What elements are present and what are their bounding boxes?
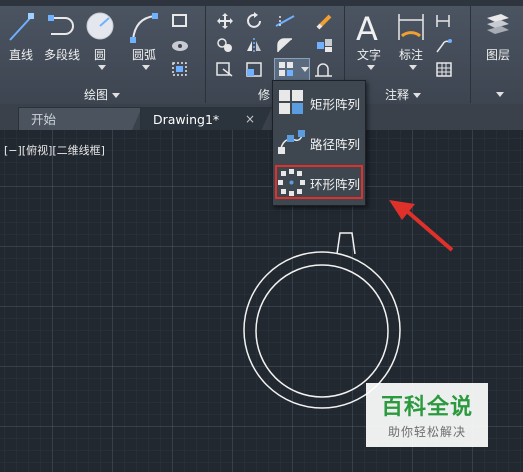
circle-tool-text: 圆 bbox=[93, 48, 106, 62]
arc-dropdown-arrow-icon[interactable] bbox=[142, 65, 150, 70]
trim-icon[interactable] bbox=[274, 12, 296, 30]
document-tab-bar: 开始 Drawing1* × bbox=[0, 104, 523, 130]
boundary-icon[interactable] bbox=[170, 60, 192, 78]
arc-icon bbox=[130, 13, 158, 43]
scale-icon[interactable] bbox=[244, 60, 266, 78]
draw-panel-title[interactable]: 绘图 bbox=[84, 86, 121, 103]
rectangular-array-option[interactable]: 矩形阵列 bbox=[273, 83, 365, 121]
stretch-icon[interactable] bbox=[214, 60, 236, 78]
annotation-panel-title[interactable]: 注释 bbox=[385, 86, 422, 103]
leader-icon[interactable] bbox=[434, 36, 456, 54]
path-array-option[interactable]: 路径阵列 bbox=[273, 123, 365, 161]
fillet-icon[interactable] bbox=[274, 36, 296, 54]
text-tool-button[interactable]: A 文字 bbox=[352, 10, 386, 70]
rectangle-icon[interactable] bbox=[170, 12, 192, 30]
dimension-dropdown-arrow-icon[interactable] bbox=[409, 65, 417, 70]
arc-tool-button[interactable]: 圆弧 bbox=[124, 10, 164, 70]
path-array-label: 路径阵列 bbox=[310, 137, 361, 152]
ribbon-top-strip bbox=[0, 0, 523, 6]
layers-label: 图层 bbox=[485, 48, 510, 62]
polar-array-icon bbox=[278, 169, 305, 196]
polyline-tool-label: 多段线 bbox=[43, 48, 80, 62]
tab-close-icon[interactable]: × bbox=[245, 108, 255, 130]
polyline-tool-button[interactable]: 多段线 bbox=[42, 10, 82, 63]
dimension-tool-button[interactable]: 标注 bbox=[392, 10, 430, 70]
line-icon bbox=[9, 13, 34, 41]
copy-icon[interactable] bbox=[214, 36, 236, 54]
circle-dropdown-arrow-icon[interactable] bbox=[98, 65, 106, 70]
dimension-icon bbox=[398, 14, 424, 40]
watermark-title: 百科全说 bbox=[380, 395, 473, 420]
modify-panel-title[interactable]: 修 bbox=[258, 86, 270, 103]
array-dropdown-menu: 矩形阵列 路径阵列 环形阵列 bbox=[272, 80, 366, 206]
path-array-icon bbox=[278, 130, 305, 154]
array-dropdown-arrow-icon[interactable] bbox=[301, 67, 309, 72]
text-icon: A bbox=[356, 10, 378, 44]
mirror-icon[interactable] bbox=[244, 36, 266, 54]
ribbon-separator bbox=[205, 6, 206, 103]
circle-tool-button[interactable]: 圆 bbox=[84, 10, 116, 70]
tab-shape bbox=[336, 232, 356, 255]
ribbon: 直线 多段线 圆 圆弧 绘图 修 A 文字 标注 注释 图层 bbox=[0, 0, 523, 105]
tab-drawing1-label: Drawing1* bbox=[153, 112, 220, 127]
red-arrow-shaft bbox=[406, 210, 454, 252]
offset-icon[interactable] bbox=[314, 60, 336, 78]
polar-array-option[interactable]: 环形阵列 bbox=[273, 163, 365, 201]
arc-tool-label: 圆弧 bbox=[131, 48, 156, 62]
array-button[interactable] bbox=[274, 58, 310, 82]
move-icon[interactable] bbox=[214, 12, 236, 30]
tab-drawing1[interactable]: Drawing1* × bbox=[140, 107, 272, 130]
explode-icon[interactable] bbox=[314, 36, 336, 54]
annotation-panel-arrow-icon bbox=[413, 93, 422, 98]
table-icon[interactable] bbox=[434, 60, 456, 78]
tab-start[interactable]: 开始 bbox=[18, 107, 142, 130]
watermark-subtitle: 助你轻松解决 bbox=[387, 425, 466, 439]
line-tool-label: 直线 bbox=[8, 48, 33, 62]
draw-panel-arrow-icon bbox=[112, 93, 121, 98]
inner-circle bbox=[255, 264, 389, 398]
circle-icon bbox=[86, 12, 114, 40]
draw-panel-title-text: 绘图 bbox=[84, 88, 109, 102]
rectangular-array-label: 矩形阵列 bbox=[310, 97, 361, 112]
dimension-tool-label: 标注 bbox=[398, 48, 423, 62]
modify-panel-title-text: 修 bbox=[258, 88, 271, 102]
svg-text:A: A bbox=[356, 10, 378, 44]
erase-icon[interactable] bbox=[314, 12, 336, 30]
watermark-badge: 百科全说 助你轻松解决 bbox=[366, 383, 488, 447]
array-icon bbox=[279, 62, 293, 76]
polyline-icon bbox=[48, 15, 74, 35]
rectangular-array-icon bbox=[279, 90, 303, 114]
tab-start-label: 开始 bbox=[31, 112, 57, 127]
polar-array-label: 环形阵列 bbox=[310, 177, 361, 192]
text-tool-label: 文字 bbox=[356, 48, 381, 62]
line-tool-button[interactable]: 直线 bbox=[6, 10, 36, 63]
layers-button[interactable]: 图层 bbox=[480, 10, 516, 63]
linear-dimension-icon[interactable] bbox=[434, 12, 456, 30]
hatch-icon[interactable] bbox=[170, 36, 192, 54]
circle-tool-label: 圆 bbox=[94, 46, 106, 63]
layers-panel-arrow-icon[interactable] bbox=[496, 92, 504, 97]
annotation-panel-title-text: 注释 bbox=[385, 88, 410, 102]
text-dropdown-arrow-icon[interactable] bbox=[367, 65, 375, 70]
ribbon-separator bbox=[470, 6, 471, 103]
rotate-icon[interactable] bbox=[244, 12, 266, 30]
layers-icon bbox=[487, 14, 509, 34]
